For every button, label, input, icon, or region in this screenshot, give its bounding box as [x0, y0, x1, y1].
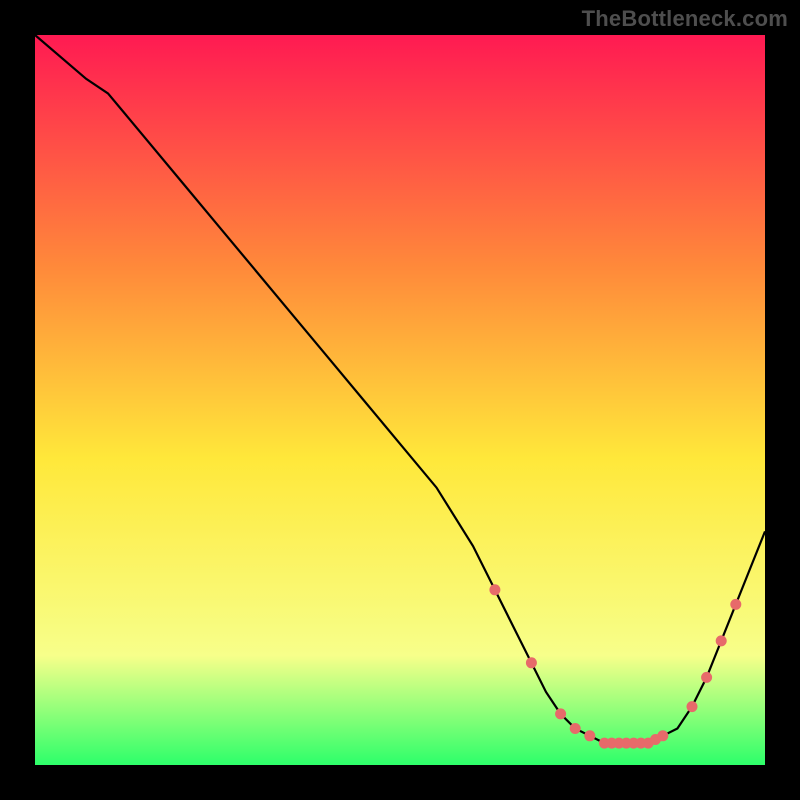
marker-dot [716, 635, 727, 646]
marker-dot [730, 599, 741, 610]
marker-dot [657, 730, 668, 741]
plot-area [35, 35, 765, 765]
gradient-bg [35, 35, 765, 765]
chart-container: TheBottleneck.com [0, 0, 800, 800]
watermark-text: TheBottleneck.com [582, 6, 788, 32]
marker-dot [687, 701, 698, 712]
marker-dot [555, 708, 566, 719]
marker-dot [489, 584, 500, 595]
marker-dot [526, 657, 537, 668]
marker-dot [701, 672, 712, 683]
marker-dot [584, 730, 595, 741]
marker-dot [570, 723, 581, 734]
plot-svg [35, 35, 765, 765]
